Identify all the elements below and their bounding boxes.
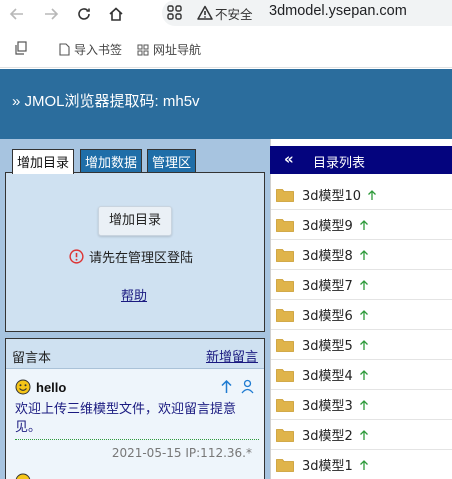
arrow-up-icon[interactable] xyxy=(367,189,377,201)
directory-item[interactable]: 3d模型10 xyxy=(271,180,452,210)
security-label[interactable]: 不安全 xyxy=(215,4,253,23)
directory-item[interactable]: 3d模型7 xyxy=(271,270,452,300)
folder-icon xyxy=(276,279,294,292)
bookmark-import-label: 导入书签 xyxy=(74,43,123,57)
browser-toolbar: 不安全 3dmodel.ysepan.com xyxy=(0,0,452,30)
directory-item-label: 3d模型10 xyxy=(302,189,362,204)
directory-item-label: 3d模型6 xyxy=(302,309,353,324)
guestbook-title: 留言本 xyxy=(12,351,52,366)
warning-icon[interactable] xyxy=(197,5,213,21)
directory-item[interactable]: 3d模型5 xyxy=(271,330,452,360)
tab-add-directory[interactable]: 增加目录 xyxy=(12,149,75,174)
arrow-up-icon[interactable] xyxy=(359,369,369,381)
new-message-link[interactable]: 新增留言 xyxy=(206,346,258,365)
directory-item[interactable]: 3d模型3 xyxy=(271,390,452,420)
folder-icon xyxy=(276,399,294,412)
apps-icon[interactable] xyxy=(166,4,184,22)
guestbook: 留言本 新增留言 hello 欢迎上传三维模型文件，欢迎留言提意见。 2021-… xyxy=(5,338,265,479)
home-icon[interactable] xyxy=(105,3,127,25)
directory-title: 目录列表 xyxy=(313,156,366,171)
tab-admin[interactable]: 管理区 xyxy=(147,149,197,172)
directory-item-label: 3d模型4 xyxy=(302,369,353,384)
alert-icon xyxy=(69,249,84,264)
directory-item-label: 3d模型8 xyxy=(302,249,353,264)
grid-icon xyxy=(137,44,149,55)
back-icon[interactable] xyxy=(6,3,28,25)
login-notice: 请先在管理区登陆 xyxy=(69,247,193,266)
tab-add-data[interactable]: 增加数据 xyxy=(80,149,143,172)
folder-icon xyxy=(276,219,294,232)
arrow-up-icon[interactable] xyxy=(359,279,369,291)
login-notice-text: 请先在管理区登陆 xyxy=(89,251,194,266)
bookmarks-bar: 导入书签 网址导航 xyxy=(0,30,452,68)
bookmark-navigation-label: 网址导航 xyxy=(153,43,202,57)
message-author: hello xyxy=(36,380,67,395)
bookmark-navigation[interactable]: 网址导航 xyxy=(137,41,201,58)
directory-item[interactable]: 3d模型8 xyxy=(271,240,452,270)
directory-item[interactable]: 3d模型2 xyxy=(271,420,452,450)
add-directory-button[interactable]: 增加目录 xyxy=(98,206,172,236)
address-bar[interactable]: 不安全 3dmodel.ysepan.com xyxy=(162,0,452,26)
arrow-up-icon[interactable] xyxy=(359,249,369,261)
guestbook-header: 留言本 新增留言 xyxy=(6,339,264,369)
directory-header: « 目录列表 xyxy=(270,146,452,174)
smiley-icon xyxy=(15,473,31,479)
directory-item-label: 3d模型7 xyxy=(302,279,353,294)
message-actions xyxy=(220,379,254,394)
message-meta: 2021-05-15 IP:112.36.* xyxy=(111,446,252,460)
document-icon xyxy=(59,43,70,56)
divider xyxy=(15,439,259,440)
message-body: 欢迎上传三维模型文件，欢迎留言提意见。 xyxy=(15,402,237,435)
arrow-up-icon[interactable] xyxy=(359,429,369,441)
directory-item-label: 3d模型9 xyxy=(302,219,353,234)
directory-item-label: 3d模型1 xyxy=(302,459,353,474)
folder-icon xyxy=(276,339,294,352)
arrow-up-icon[interactable] xyxy=(359,309,369,321)
collapse-icon[interactable]: « xyxy=(284,150,294,168)
directory-item-label: 3d模型5 xyxy=(302,339,353,354)
folder-icon xyxy=(276,459,294,472)
reload-icon[interactable] xyxy=(73,3,95,25)
url-text[interactable]: 3dmodel.ysepan.com xyxy=(269,3,407,19)
directory-list: 3d模型10 3d模型9 3d模型8 3d模型7 3d模型6 3d模型5 3d模… xyxy=(271,180,452,479)
site-header: » JMOL浏览器提取码: mh5v xyxy=(0,69,452,139)
arrow-up-icon[interactable] xyxy=(359,399,369,411)
tab-groups-icon[interactable] xyxy=(14,41,28,55)
user-icon[interactable] xyxy=(241,379,254,394)
directory-item[interactable]: 3d模型1 xyxy=(271,450,452,479)
folder-icon xyxy=(276,189,294,202)
smiley-icon xyxy=(15,379,31,395)
forward-icon[interactable] xyxy=(40,3,62,25)
arrow-up-icon[interactable] xyxy=(359,459,369,471)
arrow-up-icon[interactable] xyxy=(220,379,233,394)
folder-icon xyxy=(276,309,294,322)
arrow-up-icon[interactable] xyxy=(359,339,369,351)
directory-item[interactable]: 3d模型6 xyxy=(271,300,452,330)
arrow-up-icon[interactable] xyxy=(359,219,369,231)
directory-item[interactable]: 3d模型9 xyxy=(271,210,452,240)
bookmark-import[interactable]: 导入书签 xyxy=(58,41,122,58)
folder-icon xyxy=(276,429,294,442)
page-title: » JMOL浏览器提取码: mh5v xyxy=(12,93,200,110)
directory-item-label: 3d模型3 xyxy=(302,399,353,414)
directory-item[interactable]: 3d模型4 xyxy=(271,360,452,390)
directory-item-label: 3d模型2 xyxy=(302,429,353,444)
help-link[interactable]: 帮助 xyxy=(121,285,147,304)
folder-icon xyxy=(276,369,294,382)
folder-icon xyxy=(276,249,294,262)
